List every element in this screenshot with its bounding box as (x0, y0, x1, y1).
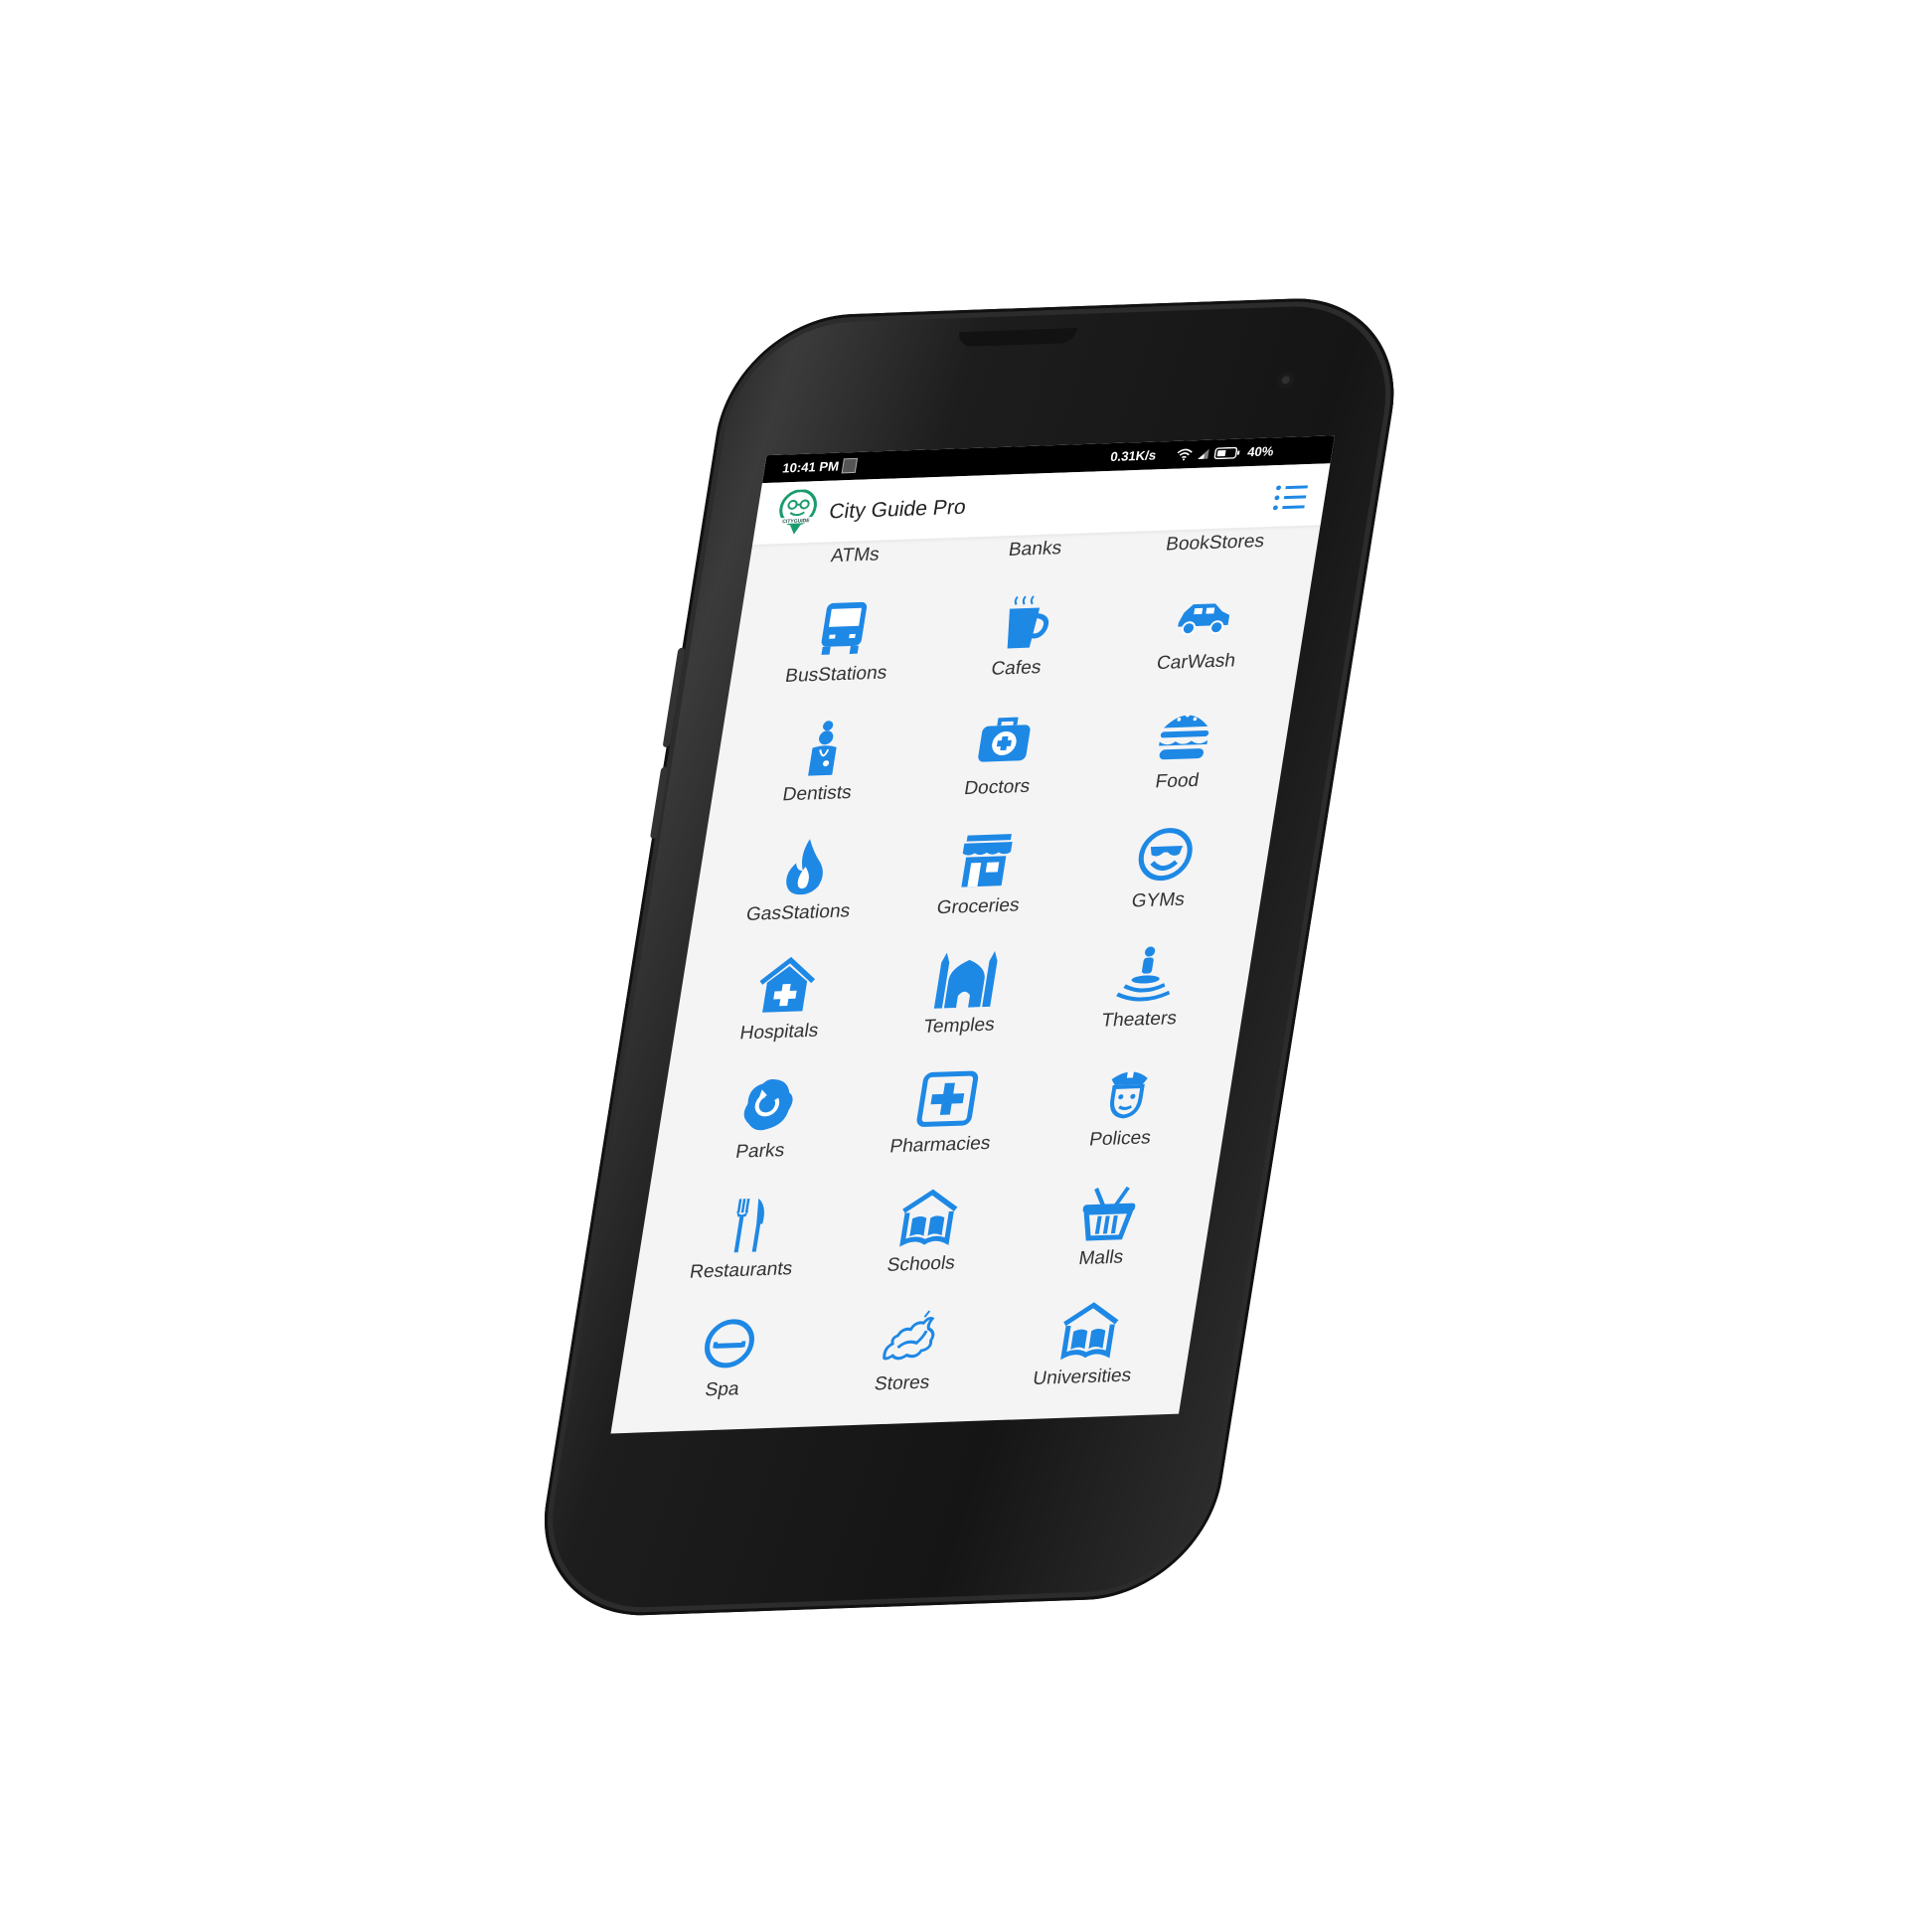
fork-knife-icon (733, 1198, 764, 1253)
park-icon (743, 1079, 793, 1131)
category-groceries[interactable]: Groceries (887, 828, 1075, 945)
category-label: ATMs (829, 544, 882, 567)
wifi-icon (1177, 448, 1193, 460)
spa-icon (705, 1319, 754, 1368)
category-malls[interactable]: Malls (1011, 1179, 1199, 1296)
status-time: 10:41 PM (781, 458, 841, 476)
category-temples[interactable]: Temples (869, 947, 1056, 1064)
category-hospitals[interactable]: Hospitals (689, 953, 877, 1070)
category-schools[interactable]: Schools (831, 1186, 1019, 1303)
spotlight-performer-icon (1116, 946, 1171, 1002)
category-parks[interactable]: Parks (670, 1072, 858, 1190)
battery-icon (1213, 446, 1240, 459)
category-bookstores[interactable]: BookStores (1124, 525, 1312, 581)
phone: 10:41 PM 0.31K/s 40% CITYGUIDE City Guid… (0, 0, 1932, 1932)
category-label: Doctors (962, 775, 1032, 800)
notification-app-icon (841, 457, 859, 474)
university-book-icon (1060, 1302, 1119, 1361)
category-label: Cafes (989, 657, 1044, 680)
product-mockup: 10:41 PM 0.31K/s 40% CITYGUIDE City Guid… (0, 0, 1932, 1932)
category-theaters[interactable]: Theaters (1048, 941, 1236, 1058)
category-label: Schools (886, 1252, 957, 1276)
category-stores[interactable]: Stores (812, 1305, 1000, 1422)
category-label: BookStores (1164, 531, 1266, 556)
category-doctors[interactable]: Doctors (906, 709, 1094, 826)
category-label: GYMs (1130, 888, 1187, 912)
category-universities[interactable]: Universities (992, 1298, 1180, 1415)
category-label: Pharmacies (887, 1132, 993, 1158)
category-label: Malls (1076, 1246, 1125, 1270)
category-dentists[interactable]: Dentists (726, 715, 914, 832)
category-label: Theaters (1099, 1008, 1179, 1032)
burger-icon (1159, 713, 1209, 760)
flame-icon (786, 839, 823, 895)
category-label: Restaurants (688, 1258, 794, 1283)
category-label: Food (1153, 769, 1201, 793)
category-label: Universities (1031, 1365, 1133, 1389)
category-label: Stores (873, 1371, 931, 1395)
category-spa[interactable]: Spa (631, 1311, 819, 1428)
bus-icon (821, 601, 868, 655)
category-label: Groceries (935, 894, 1022, 919)
list-menu-icon (1272, 485, 1308, 511)
coffee-cup-icon (1007, 595, 1049, 649)
category-polices[interactable]: Polices (1030, 1060, 1217, 1178)
storefront-icon (961, 834, 1013, 887)
car-icon (1178, 603, 1230, 636)
medical-cross-icon (916, 1070, 979, 1127)
network-speed: 0.31K/s (1109, 447, 1158, 465)
category-label: Hospitals (737, 1020, 820, 1045)
medical-bag-icon (978, 717, 1031, 762)
category-cafes[interactable]: Cafes (925, 589, 1113, 707)
category-busstations[interactable]: BusStations (745, 595, 933, 713)
city-guide-logo: CITYGUIDE (778, 489, 817, 535)
category-carwash[interactable]: CarWash (1105, 583, 1293, 701)
category-restaurants[interactable]: Restaurants (651, 1192, 839, 1309)
logo-text: CITYGUIDE (782, 518, 811, 525)
stores-icon (883, 1310, 935, 1361)
category-food[interactable]: Food (1086, 703, 1274, 820)
category-label: Parks (733, 1140, 786, 1163)
shopping-basket-icon (1082, 1186, 1136, 1241)
category-label: Dentists (780, 782, 854, 806)
signal-icon (1198, 448, 1209, 459)
category-pharmacies[interactable]: Pharmacies (850, 1066, 1038, 1184)
category-label: Spa (703, 1378, 741, 1401)
hospital-house-icon (759, 956, 816, 1013)
school-book-icon (899, 1189, 958, 1247)
category-gyms[interactable]: GYMs (1067, 822, 1255, 939)
category-label: Banks (1007, 538, 1063, 561)
temple-icon (933, 950, 998, 1009)
category-label: CarWash (1155, 650, 1237, 675)
police-officer-icon (1110, 1071, 1148, 1119)
category-gasstations[interactable]: GasStations (708, 834, 895, 951)
category-label: BusStations (783, 662, 889, 688)
app-title: City Guide Pro (827, 495, 968, 524)
cool-face-icon (1138, 828, 1193, 882)
category-label: GasStations (744, 900, 852, 925)
status-icons: 40% (1176, 443, 1275, 461)
category-label: Temples (921, 1014, 997, 1039)
battery-percent: 40% (1246, 443, 1275, 460)
list-menu-button[interactable] (1271, 482, 1312, 513)
category-label: Polices (1087, 1127, 1153, 1151)
doctor-person-icon (808, 721, 837, 776)
